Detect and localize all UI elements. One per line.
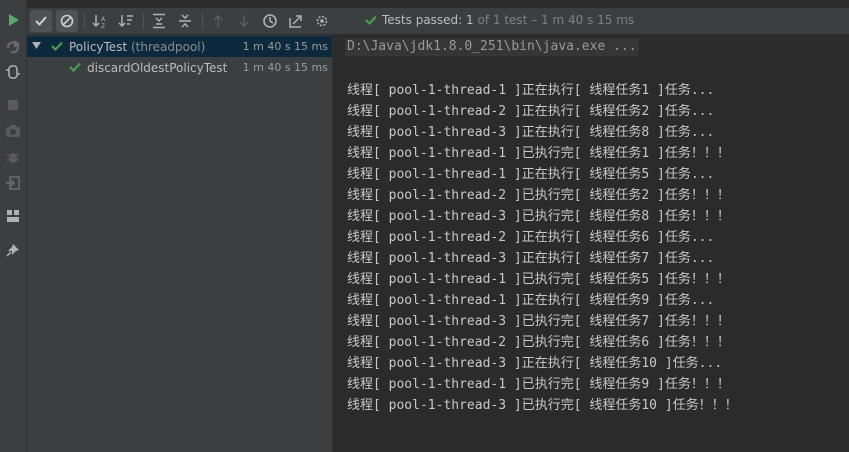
previous-failed-icon[interactable] [207,10,229,32]
passed-check-icon [69,62,81,72]
console-lines: 线程[ pool-1-thread-1 ]正在执行[ 线程任务1 ]任务... … [347,80,738,416]
status-passed-count: 1 [466,13,474,27]
test-tree: PolicyTest (threadpool) 1 m 40 s 15 ms d… [27,35,333,452]
status-label: Tests passed: [382,13,463,27]
stop-icon[interactable] [3,95,23,115]
rerun-icon[interactable] [3,10,23,30]
test-class-package: (threadpool) [130,39,206,54]
passed-check-icon [51,41,63,51]
console-line: 线程[ pool-1-thread-3 ]已执行完[ 线程任务8 ]任务！！！ [347,209,730,224]
svg-text:Z: Z [101,23,105,29]
show-passed-icon[interactable] [30,10,52,32]
tree-row-root[interactable]: PolicyTest (threadpool) 1 m 40 s 15 ms [27,36,332,57]
left-toolbar [0,0,27,452]
test-method-duration: 1 m 40 s 15 ms [242,61,328,74]
test-history-icon[interactable] [259,10,281,32]
next-failed-icon[interactable] [233,10,255,32]
exit-icon[interactable] [3,173,23,193]
test-runner-toolbar: AZ Tests passed: 1 of 1 test – 1 m 40 s … [27,8,849,34]
collapse-all-icon[interactable] [174,10,196,32]
tree-row-test[interactable]: discardOldestPolicyTest 1 m 40 s 15 ms [27,57,332,78]
console-line: 线程[ pool-1-thread-3 ]正在执行[ 线程任务7 ]任务... [347,251,715,266]
console-line: 线程[ pool-1-thread-3 ]已执行完[ 线程任务10 ]任务！！！ [347,398,738,413]
console-line: 线程[ pool-1-thread-1 ]正在执行[ 线程任务1 ]任务... [347,83,715,98]
console-line: 线程[ pool-1-thread-3 ]已执行完[ 线程任务7 ]任务！！！ [347,314,730,329]
camera-icon[interactable] [3,121,23,141]
layout-icon[interactable] [3,206,23,226]
pin-icon[interactable] [3,240,23,260]
console-line: 线程[ pool-1-thread-2 ]正在执行[ 线程任务6 ]任务... [347,230,715,245]
sort-by-duration-icon[interactable] [115,10,137,32]
expand-arrow-icon[interactable] [32,42,41,50]
show-ignored-icon[interactable] [56,10,78,32]
settings-gear-icon[interactable] [311,10,333,32]
console-line: 线程[ pool-1-thread-3 ]正在执行[ 线程任务10 ]任务... [347,356,723,371]
export-results-icon[interactable] [285,10,307,32]
test-status-summary: Tests passed: 1 of 1 test – 1 m 40 s 15 … [365,13,634,27]
svg-text:A: A [101,16,106,23]
console-line: 线程[ pool-1-thread-2 ]已执行完[ 线程任务6 ]任务！！！ [347,335,730,350]
test-class-name: PolicyTest [69,39,128,54]
sort-alphabetically-icon[interactable]: AZ [89,10,111,32]
test-class-duration: 1 m 40 s 15 ms [242,40,328,53]
test-method-name: discardOldestPolicyTest [87,60,228,75]
java-command[interactable]: D:\Java\jdk1.8.0_251\bin\java.exe ... [345,38,639,56]
console-line: 线程[ pool-1-thread-3 ]正在执行[ 线程任务8 ]任务... [347,125,715,140]
console-line: 线程[ pool-1-thread-2 ]正在执行[ 线程任务2 ]任务... [347,104,715,119]
rerun-failed-icon[interactable] [3,37,23,57]
console-line: 线程[ pool-1-thread-1 ]正在执行[ 线程任务5 ]任务... [347,167,715,182]
console-line: 线程[ pool-1-thread-1 ]正在执行[ 线程任务9 ]任务... [347,293,715,308]
status-duration: – 1 m 40 s 15 ms [531,13,635,27]
status-total: of 1 test [477,13,528,27]
console-line: 线程[ pool-1-thread-1 ]已执行完[ 线程任务9 ]任务！！！ [347,377,730,392]
passed-check-icon [365,15,377,25]
toggle-auto-test-icon[interactable] [3,62,23,82]
debug-icon[interactable] [3,147,23,167]
console-line: 线程[ pool-1-thread-2 ]已执行完[ 线程任务2 ]任务！！！ [347,188,730,203]
expand-all-icon[interactable] [148,10,170,32]
console-output[interactable]: D:\Java\jdk1.8.0_251\bin\java.exe ... 线程… [333,35,849,452]
console-line: 线程[ pool-1-thread-1 ]已执行完[ 线程任务1 ]任务！！！ [347,146,730,161]
console-line: 线程[ pool-1-thread-1 ]已执行完[ 线程任务5 ]任务！！！ [347,272,730,287]
